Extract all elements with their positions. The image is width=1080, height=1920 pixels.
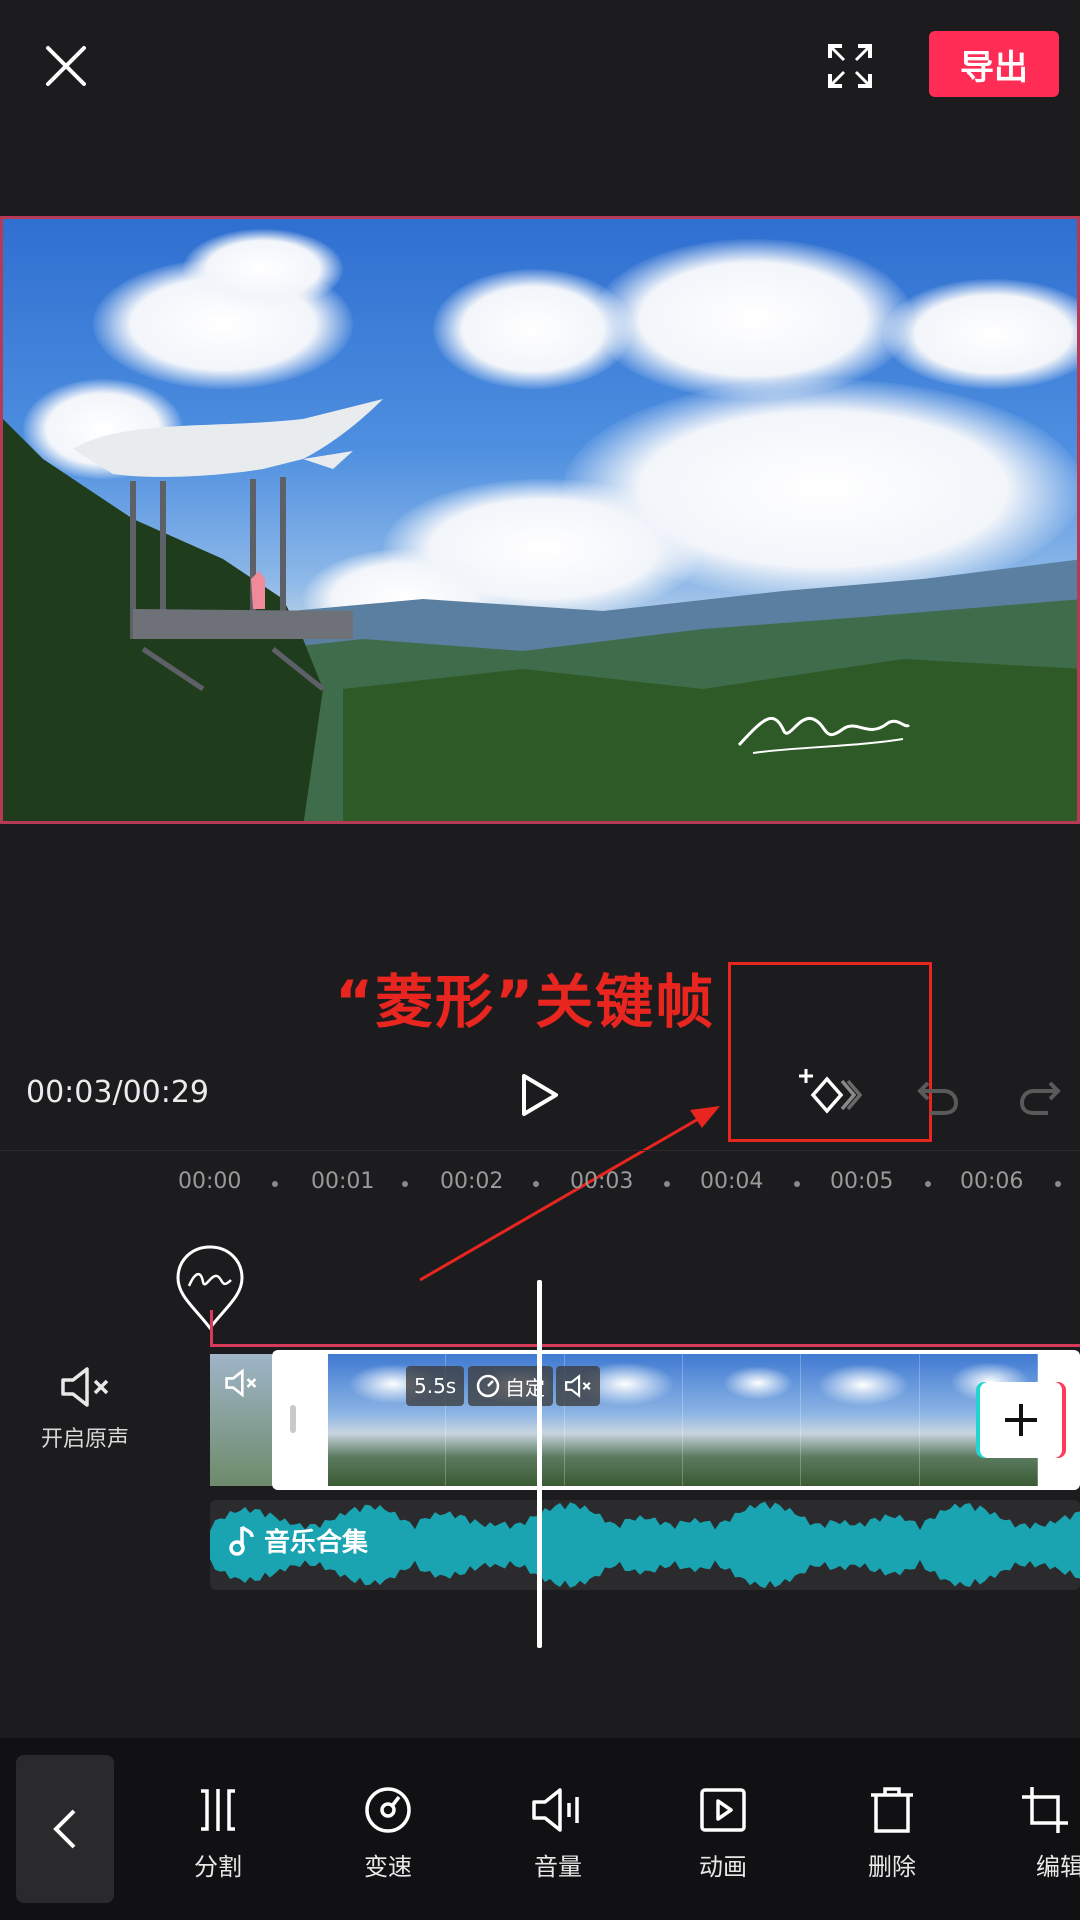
add-keyframe-button[interactable] bbox=[795, 1060, 865, 1130]
tool-animation-label: 动画 bbox=[699, 1853, 747, 1881]
export-button[interactable]: 导出 bbox=[929, 31, 1059, 97]
ruler-tick: 00:03 bbox=[570, 1169, 634, 1194]
ruler-tick: 00:06 bbox=[960, 1169, 1024, 1194]
mute-icon bbox=[225, 1368, 257, 1398]
tool-split-label: 分割 bbox=[194, 1853, 242, 1881]
clip-duration-badge: 5.5s bbox=[406, 1366, 465, 1406]
tool-volume-label: 音量 bbox=[534, 1853, 582, 1881]
clip-duration: 5.5s bbox=[414, 1374, 457, 1398]
play-button[interactable] bbox=[505, 1060, 575, 1130]
clip-thumbnail bbox=[682, 1354, 802, 1486]
ruler-tick: 00:04 bbox=[700, 1169, 764, 1194]
mute-icon bbox=[565, 1374, 591, 1398]
undo-button[interactable] bbox=[903, 1060, 973, 1130]
animation-icon bbox=[700, 1788, 746, 1832]
tool-animation[interactable]: 动画 bbox=[663, 1785, 783, 1882]
original-audio-label: 开启原声 bbox=[40, 1427, 129, 1452]
close-icon bbox=[46, 46, 86, 86]
mute-icon bbox=[61, 1367, 109, 1407]
tool-delete[interactable]: 删除 bbox=[832, 1785, 952, 1882]
chevron-left-icon bbox=[53, 1809, 76, 1849]
tool-edit[interactable]: 编辑 bbox=[1000, 1785, 1080, 1882]
previous-clip[interactable] bbox=[210, 1354, 272, 1486]
ruler-tick: 00:05 bbox=[830, 1169, 894, 1194]
plus-icon bbox=[1005, 1404, 1037, 1436]
ruler-tick: 00:00 bbox=[178, 1169, 242, 1194]
tool-split[interactable]: 分割 bbox=[158, 1785, 278, 1882]
speed-icon bbox=[365, 1787, 411, 1833]
clip-mute-badge bbox=[556, 1366, 600, 1406]
clip-thumbnail bbox=[801, 1354, 920, 1486]
annotation-label: “菱形”关键帧 bbox=[335, 968, 716, 1036]
ruler-dot bbox=[272, 1181, 278, 1187]
split-icon bbox=[201, 1789, 235, 1831]
ruler-dot bbox=[794, 1181, 800, 1187]
watermark-signature bbox=[737, 716, 911, 754]
ruler-tick: 00:01 bbox=[311, 1169, 375, 1194]
ruler-dot bbox=[1055, 1181, 1061, 1187]
speed-gauge-icon bbox=[476, 1374, 500, 1398]
volume-icon bbox=[532, 1788, 579, 1832]
clip-trim-handle[interactable] bbox=[290, 1405, 296, 1433]
selection-top-line bbox=[210, 1344, 1080, 1347]
add-clip-button[interactable] bbox=[980, 1382, 1062, 1458]
crop-icon bbox=[1022, 1787, 1068, 1833]
music-track[interactable]: 音乐合集 bbox=[210, 1500, 1080, 1590]
top-bar bbox=[0, 0, 1080, 130]
music-title: 音乐合集 bbox=[264, 1528, 369, 1558]
ruler-dot bbox=[533, 1181, 539, 1187]
close-button[interactable] bbox=[36, 36, 96, 96]
tool-speed-label: 变速 bbox=[364, 1853, 412, 1881]
playhead[interactable] bbox=[537, 1280, 542, 1648]
redo-icon bbox=[1019, 1081, 1061, 1115]
tool-speed[interactable]: 变速 bbox=[328, 1785, 448, 1882]
cover-marker-line bbox=[210, 1310, 213, 1346]
ruler-dot bbox=[925, 1181, 931, 1187]
fullscreen-button[interactable] bbox=[820, 36, 880, 96]
original-audio-toggle[interactable]: 开启原声 bbox=[20, 1365, 150, 1465]
fullscreen-icon bbox=[828, 44, 872, 88]
toolbar-back-button[interactable] bbox=[16, 1755, 114, 1903]
ruler-tick: 00:02 bbox=[440, 1169, 504, 1194]
time-ruler[interactable]: 00:00 00:01 00:02 00:03 00:04 00:05 00:0… bbox=[0, 1150, 1080, 1210]
music-note-icon bbox=[229, 1525, 254, 1556]
video-preview[interactable] bbox=[0, 216, 1080, 824]
tool-volume[interactable]: 音量 bbox=[498, 1785, 618, 1882]
tool-delete-label: 删除 bbox=[868, 1853, 916, 1881]
delete-icon bbox=[871, 1787, 913, 1833]
keyframe-diamond-icon bbox=[799, 1069, 862, 1114]
undo-icon bbox=[917, 1081, 959, 1115]
playback-time: 00:03/00:29 bbox=[26, 1075, 210, 1110]
landscape-illustration bbox=[3, 399, 1077, 821]
play-icon bbox=[522, 1074, 558, 1116]
ruler-dot bbox=[664, 1181, 670, 1187]
tool-edit-label: 编辑 bbox=[1036, 1853, 1080, 1881]
ruler-dot bbox=[402, 1181, 408, 1187]
redo-button[interactable] bbox=[1005, 1060, 1075, 1130]
music-track-label: 音乐合集 bbox=[228, 1522, 368, 1559]
